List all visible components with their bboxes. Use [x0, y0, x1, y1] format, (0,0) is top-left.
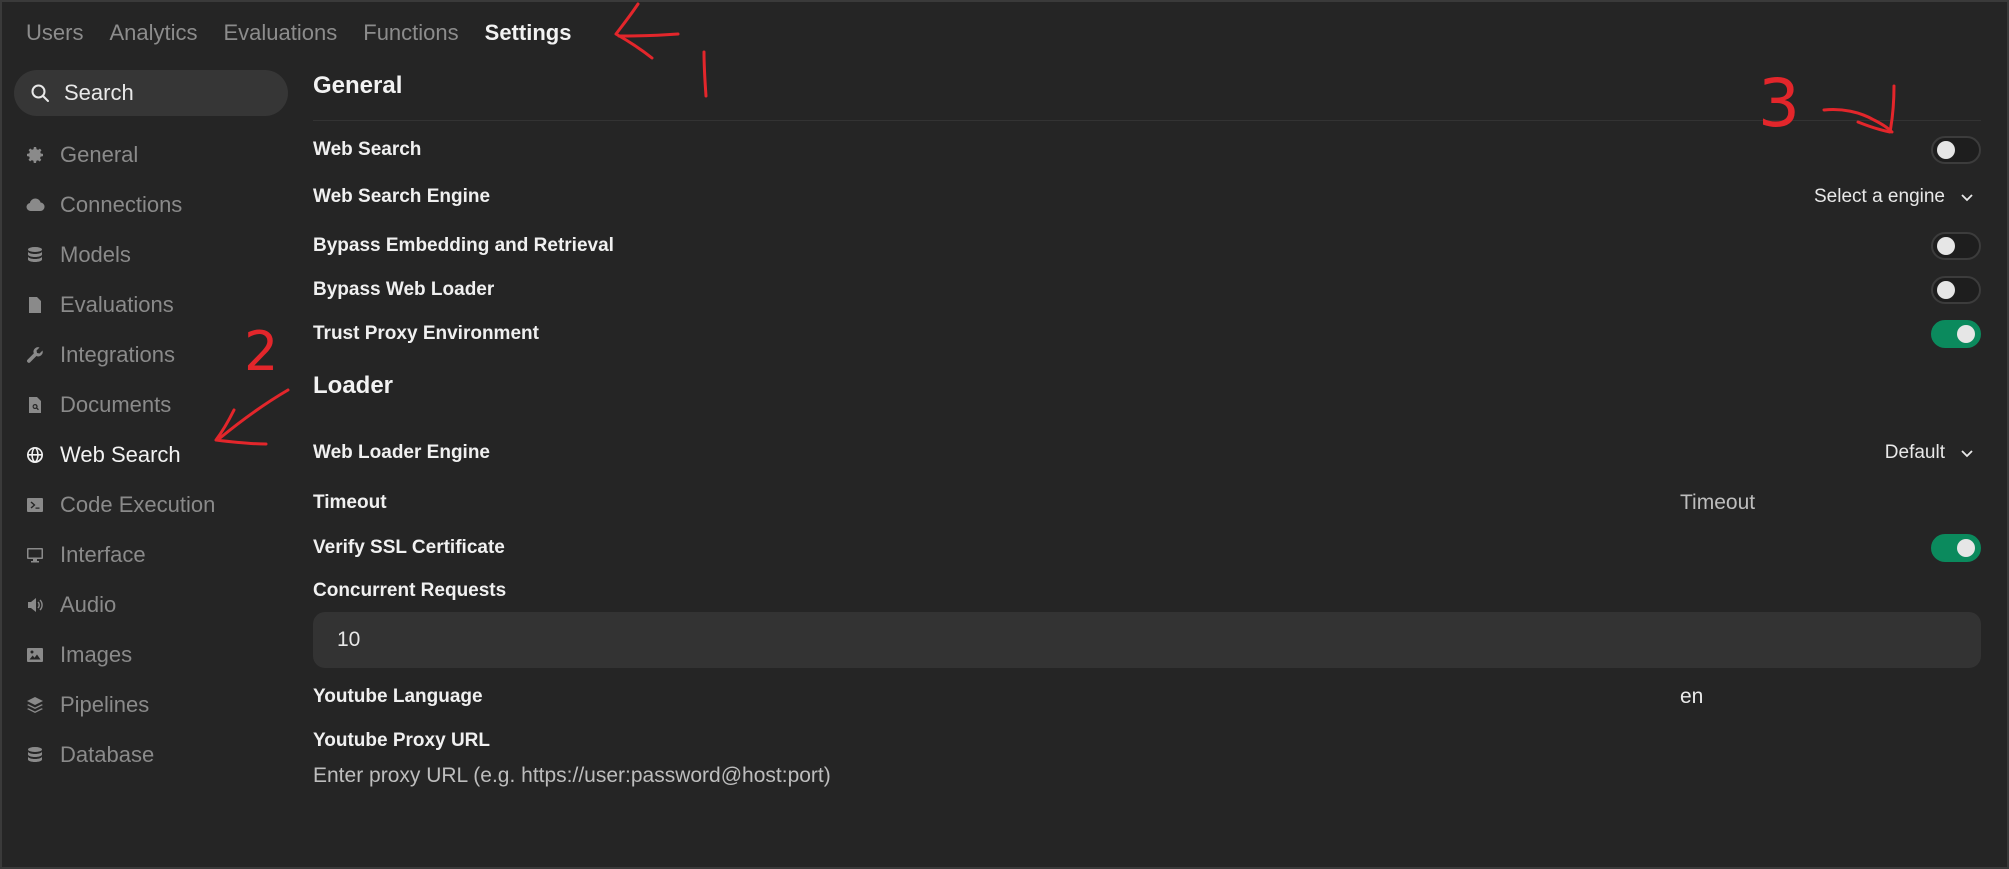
- cloud-icon: [24, 194, 46, 216]
- terminal-icon: [24, 494, 46, 516]
- wrench-icon: [24, 344, 46, 366]
- row-verify-ssl: Verify SSL Certificate: [313, 534, 1981, 562]
- tab-functions[interactable]: Functions: [363, 20, 458, 46]
- trust-proxy-label: Trust Proxy Environment: [313, 323, 539, 344]
- chevron-down-icon: [1961, 450, 1973, 458]
- image-icon: [24, 644, 46, 666]
- sidebar-item-label: Pipelines: [60, 692, 150, 717]
- settings-sidebar: Search General Connections Models Evalua…: [14, 70, 288, 780]
- sidebar-item-database[interactable]: Database: [14, 730, 288, 780]
- layers-icon: [24, 694, 46, 716]
- sidebar-item-label: Images: [60, 642, 133, 667]
- web-search-engine-label: Web Search Engine: [313, 186, 491, 207]
- concurrent-requests-input[interactable]: 10: [313, 612, 1981, 668]
- chevron-down-icon: [1961, 194, 1973, 202]
- sidebar-item-documents[interactable]: Documents: [14, 380, 288, 430]
- sidebar-item-label: Audio: [60, 592, 117, 617]
- section-title-loader: Loader: [313, 372, 394, 399]
- sidebar-item-label: General: [60, 142, 139, 167]
- settings-panel: General Web Search Web Search Engine Sel…: [313, 72, 1981, 787]
- select-value: Default: [1884, 442, 1945, 463]
- sidebar-item-interface[interactable]: Interface: [14, 530, 288, 580]
- section-title-general: General: [313, 72, 403, 99]
- sidebar-item-web-search[interactable]: Web Search: [14, 430, 288, 480]
- sidebar-item-label: Interface: [60, 542, 146, 567]
- section-divider: [313, 120, 1981, 121]
- toggle-knob: [1937, 237, 1955, 255]
- row-concurrent-requests: Concurrent Requests: [313, 580, 1981, 602]
- sidebar-item-label: Integrations: [60, 342, 175, 367]
- sidebar-item-label: Code Execution: [60, 492, 216, 517]
- bypass-web-loader-toggle[interactable]: [1931, 276, 1981, 304]
- verify-ssl-label: Verify SSL Certificate: [313, 537, 505, 558]
- tab-settings[interactable]: Settings: [485, 20, 572, 46]
- globe-icon: [24, 444, 46, 466]
- row-web-loader-engine: Web Loader Engine Default: [313, 442, 1981, 464]
- youtube-language-input[interactable]: en: [1680, 685, 1703, 709]
- toggle-knob: [1957, 539, 1975, 557]
- top-tabs: Users Analytics Evaluations Functions Se…: [26, 20, 571, 46]
- sidebar-item-code-execution[interactable]: Code Execution: [14, 480, 288, 530]
- sidebar-item-pipelines[interactable]: Pipelines: [14, 680, 288, 730]
- row-trust-proxy: Trust Proxy Environment: [313, 320, 1981, 348]
- search-icon: [31, 84, 49, 102]
- sidebar-item-label: Web Search: [60, 442, 181, 467]
- annotation-arrowhead-1: [614, 2, 654, 60]
- sidebar-item-evaluations[interactable]: Evaluations: [14, 280, 288, 330]
- row-youtube-proxy: Youtube Proxy URL: [313, 730, 1981, 752]
- search-input[interactable]: Search: [14, 70, 288, 116]
- document-chart-icon: [24, 294, 46, 316]
- row-web-search-engine: Web Search Engine Select a engine: [313, 186, 1981, 208]
- input-value: 10: [337, 628, 361, 651]
- sidebar-item-connections[interactable]: Connections: [14, 180, 288, 230]
- web-loader-engine-select[interactable]: Default: [1885, 442, 1981, 464]
- tab-analytics[interactable]: Analytics: [109, 20, 197, 46]
- bypass-embedding-label: Bypass Embedding and Retrieval: [313, 235, 614, 256]
- search-label: Search: [64, 80, 134, 105]
- tab-users[interactable]: Users: [26, 20, 83, 46]
- trust-proxy-toggle[interactable]: [1931, 320, 1981, 348]
- concurrent-requests-label: Concurrent Requests: [313, 580, 507, 601]
- row-bypass-embedding: Bypass Embedding and Retrieval: [313, 232, 1981, 260]
- bypass-web-loader-label: Bypass Web Loader: [313, 279, 495, 300]
- document-search-icon: [24, 394, 46, 416]
- database-icon: [24, 244, 46, 266]
- web-search-toggle[interactable]: [1931, 136, 1981, 164]
- sidebar-item-images[interactable]: Images: [14, 630, 288, 680]
- sidebar-item-label: Documents: [60, 392, 172, 417]
- verify-ssl-toggle[interactable]: [1931, 534, 1981, 562]
- sidebar-item-label: Models: [60, 242, 131, 267]
- toggle-knob: [1937, 141, 1955, 159]
- bypass-embedding-toggle[interactable]: [1931, 232, 1981, 260]
- sidebar-item-models[interactable]: Models: [14, 230, 288, 280]
- database-icon: [24, 744, 46, 766]
- gear-icon: [24, 144, 46, 166]
- row-youtube-language: Youtube Language: [313, 686, 1981, 708]
- timeout-label: Timeout: [313, 492, 387, 513]
- sidebar-item-integrations[interactable]: Integrations: [14, 330, 288, 380]
- speaker-icon: [24, 594, 46, 616]
- web-search-engine-select[interactable]: Select a engine: [1814, 186, 1981, 208]
- toggle-knob: [1937, 281, 1955, 299]
- tab-evaluations[interactable]: Evaluations: [224, 20, 338, 46]
- sidebar-item-label: Evaluations: [60, 292, 174, 317]
- monitor-icon: [24, 544, 46, 566]
- youtube-proxy-label: Youtube Proxy URL: [313, 730, 490, 751]
- row-web-search: Web Search: [313, 136, 1981, 164]
- sidebar-item-general[interactable]: General: [14, 130, 288, 180]
- web-loader-engine-label: Web Loader Engine: [313, 442, 491, 463]
- annotation-arrow-1: [617, 32, 680, 38]
- web-search-label: Web Search: [313, 139, 422, 160]
- row-bypass-web-loader: Bypass Web Loader: [313, 276, 1981, 304]
- sidebar-item-label: Connections: [60, 192, 183, 217]
- sidebar-item-label: Database: [60, 742, 155, 767]
- select-value: Select a engine: [1814, 186, 1945, 207]
- sidebar-item-audio[interactable]: Audio: [14, 580, 288, 630]
- timeout-input[interactable]: Timeout: [1680, 491, 1755, 515]
- youtube-proxy-input[interactable]: Enter proxy URL (e.g. https://user:passw…: [313, 764, 831, 788]
- youtube-language-label: Youtube Language: [313, 686, 483, 707]
- toggle-knob: [1957, 325, 1975, 343]
